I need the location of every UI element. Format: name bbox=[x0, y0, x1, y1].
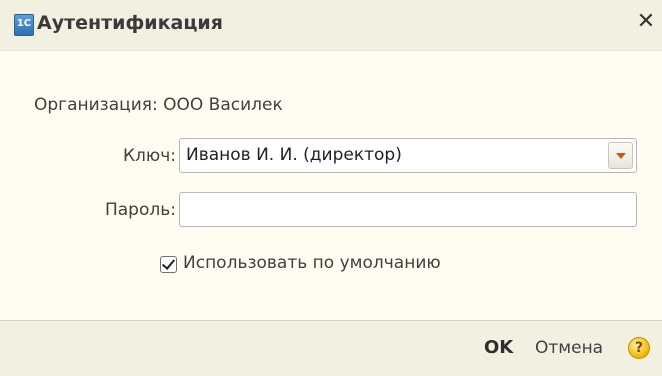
key-select-value: Иванов И. И. (директор) bbox=[186, 145, 402, 165]
use-default-label[interactable]: Использовать по умолчанию bbox=[183, 253, 441, 273]
help-icon[interactable]: ? bbox=[628, 337, 650, 359]
ok-button[interactable]: OK bbox=[484, 337, 513, 358]
app-1c-icon: 1С bbox=[14, 14, 34, 36]
password-label: Пароль: bbox=[104, 200, 176, 220]
close-icon[interactable]: ✕ bbox=[636, 10, 656, 34]
key-select[interactable]: Иванов И. И. (директор) bbox=[179, 138, 637, 173]
title-bar: 1С Аутентификация ✕ bbox=[0, 0, 662, 51]
window-title: Аутентификация bbox=[37, 12, 223, 34]
cancel-button[interactable]: Отмена bbox=[535, 338, 603, 358]
key-label: Ключ: bbox=[122, 146, 176, 166]
dialog-content: Организация: ООО Василек Ключ: Иванов И.… bbox=[0, 52, 662, 320]
password-field[interactable] bbox=[179, 192, 637, 227]
use-default-checkbox[interactable] bbox=[160, 256, 177, 273]
organization-label: Организация: ООО Василек bbox=[34, 95, 283, 115]
chevron-down-icon[interactable] bbox=[608, 142, 633, 169]
dialog-footer: OK Отмена ? bbox=[0, 320, 662, 376]
